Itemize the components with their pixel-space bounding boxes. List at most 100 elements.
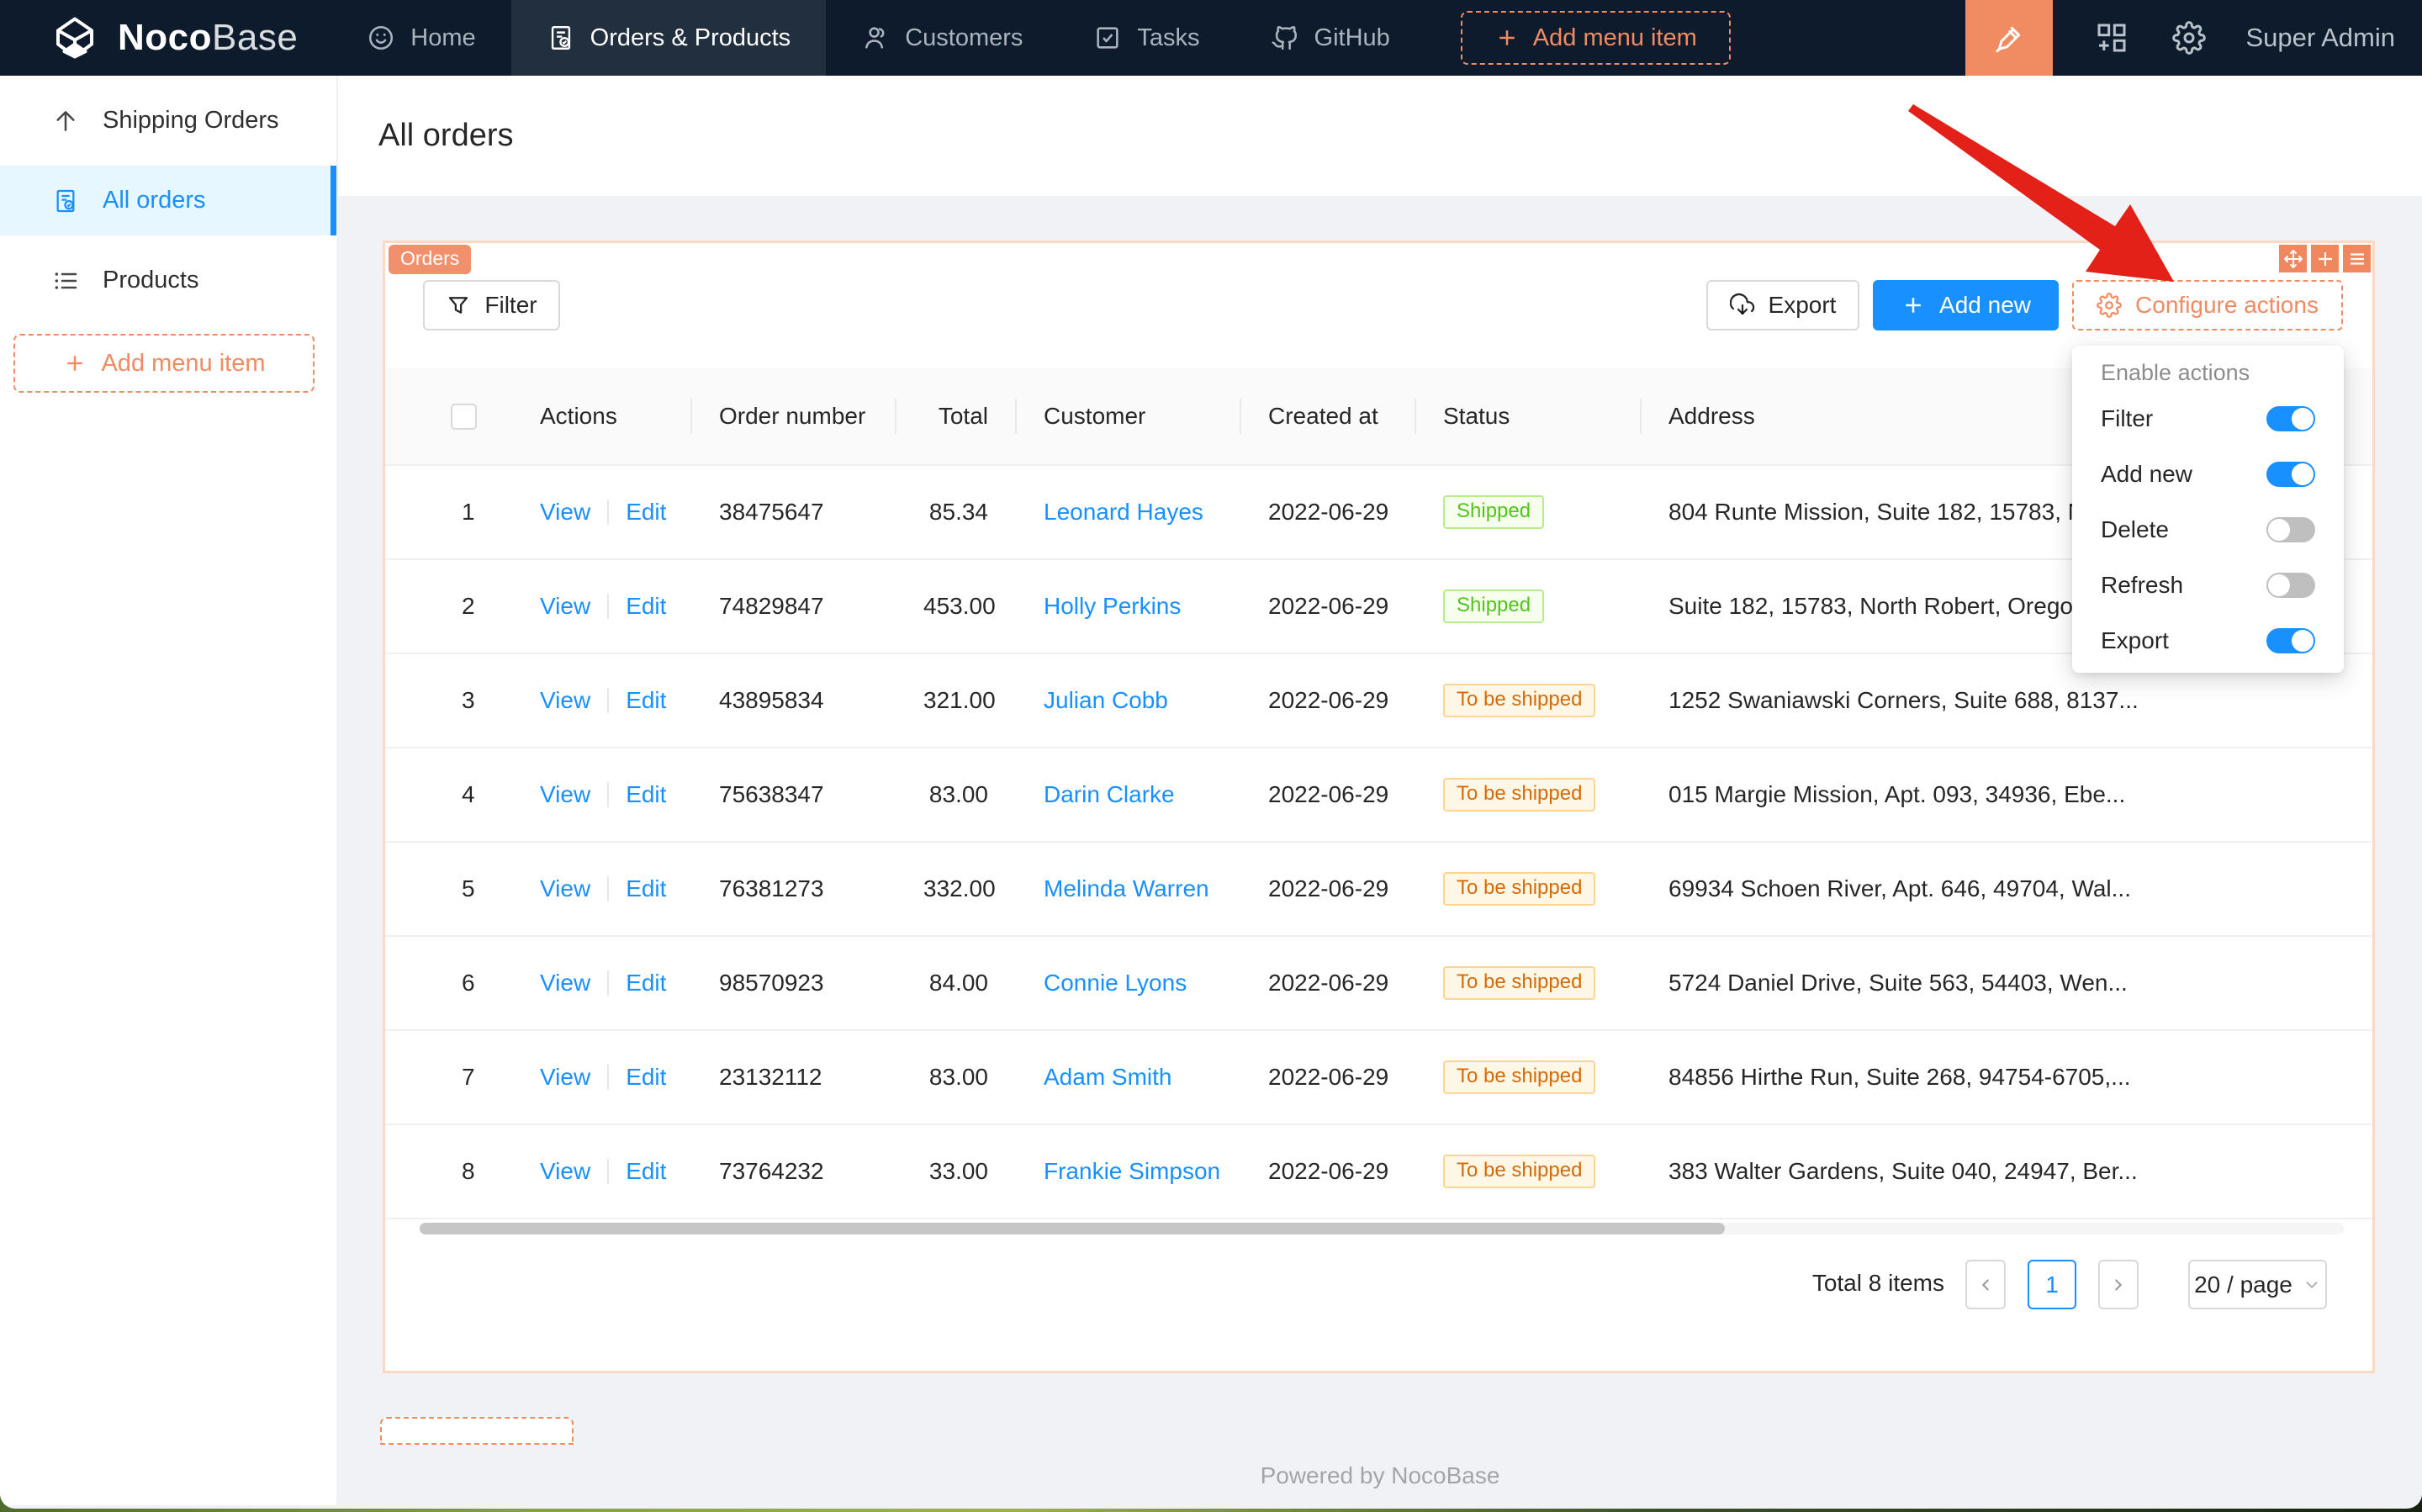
cell-status: Shipped [1415, 495, 1640, 529]
status-badge: To be shipped [1443, 684, 1595, 717]
customer-link[interactable]: Melinda Warren [1044, 875, 1209, 901]
hamburger-icon [2347, 249, 2367, 269]
edit-link[interactable]: Edit [626, 875, 666, 902]
block-menu-button[interactable] [2343, 245, 2371, 272]
pagination: Total 8 items 1 20 / page [385, 1260, 2377, 1310]
nocobase-logo[interactable]: NocoBase [0, 0, 331, 76]
customer-link[interactable]: Holly Perkins [1044, 593, 1181, 619]
export-button[interactable]: Export [1706, 280, 1859, 330]
edit-link[interactable]: Edit [626, 970, 666, 997]
view-link[interactable]: View [540, 781, 590, 808]
settings-button[interactable] [2171, 19, 2208, 56]
cell-status: To be shipped [1415, 1060, 1640, 1094]
github-icon [1271, 24, 1299, 52]
view-link[interactable]: View [540, 499, 590, 526]
nav-add-menu-item-button[interactable]: Add menu item [1461, 11, 1731, 65]
arrow-up-icon [52, 108, 79, 135]
toggle-filter[interactable] [2266, 406, 2315, 431]
cell-order-number: 98570923 [690, 970, 895, 997]
cell-order-number: 23132112 [690, 1064, 895, 1091]
user-menu[interactable]: Super Admin [2246, 23, 2396, 53]
view-link[interactable]: View [540, 687, 590, 714]
sidebar-add-menu-item-button[interactable]: Add menu item [13, 334, 315, 393]
block-add-button[interactable] [2311, 245, 2339, 272]
view-link[interactable]: View [540, 1158, 590, 1185]
add-new-button[interactable]: Add new [1873, 280, 2059, 330]
pagination-prev-button[interactable] [1965, 1260, 2006, 1309]
status-badge: To be shipped [1443, 872, 1595, 906]
edit-link[interactable]: Edit [626, 687, 666, 714]
customer-link[interactable]: Adam Smith [1044, 1064, 1172, 1090]
smile-icon [367, 24, 395, 52]
add-block-button[interactable]: + Add block [380, 1417, 574, 1445]
sidebar-item-label: All orders [103, 187, 206, 214]
cell-created-at: 2022-06-29 [1240, 687, 1415, 714]
cell-total: 84.00 [895, 970, 1015, 997]
nav-item-home[interactable]: Home [331, 0, 510, 76]
nav-item-github[interactable]: GitHub [1235, 0, 1425, 76]
pagination-next-button[interactable] [2098, 1260, 2139, 1309]
drag-handle[interactable] [2279, 245, 2307, 272]
edit-link[interactable]: Edit [626, 1064, 666, 1091]
cell-order-number: 75638347 [690, 781, 895, 808]
configure-actions-button[interactable]: Configure actions [2072, 280, 2343, 330]
table-row: 5ViewEdit76381273332.00Melinda Warren202… [385, 843, 2372, 937]
view-link[interactable]: View [540, 970, 590, 997]
enable-action-label: Add new [2101, 461, 2192, 488]
action-divider [607, 688, 609, 713]
cell-address: 69934 Schoen River, Apt. 646, 49704, Wal… [1640, 875, 2208, 902]
customer-link[interactable]: Leonard Hayes [1044, 499, 1203, 525]
plus-icon [1901, 293, 1926, 318]
cell-created-at: 2022-06-29 [1240, 781, 1415, 808]
cell-total: 453.00 [895, 593, 1015, 620]
page-size-select[interactable]: 20 / page [2188, 1260, 2327, 1309]
cell-order-number: 38475647 [690, 499, 895, 526]
row-actions: View Edit [540, 1064, 690, 1091]
view-link[interactable]: View [540, 593, 590, 620]
edit-link[interactable]: Edit [626, 1158, 666, 1185]
view-link[interactable]: View [540, 1064, 590, 1091]
row-index: 5 [420, 875, 540, 902]
edit-link[interactable]: Edit [626, 781, 666, 808]
page-content: Orders Filter Export Add new Confi [338, 196, 2422, 1505]
sidebar-item-products[interactable]: Products [0, 246, 336, 315]
nav-item-label: Home [410, 24, 475, 52]
sidebar-item-all-orders[interactable]: All orders [0, 166, 336, 235]
horizontal-scrollbar-thumb[interactable] [420, 1223, 1725, 1234]
customer-link[interactable]: Frankie Simpson [1044, 1158, 1220, 1184]
cell-created-at: 2022-06-29 [1240, 970, 1415, 997]
cell-status: To be shipped [1415, 872, 1640, 906]
filter-button[interactable]: Filter [423, 280, 560, 330]
chevron-down-icon [2303, 1276, 2321, 1294]
table-row: 4ViewEdit7563834783.00Darin Clarke2022-0… [385, 748, 2372, 843]
app-window: NocoBase HomeOrders & ProductsCustomersT… [0, 0, 2422, 1509]
pagination-page-1[interactable]: 1 [2028, 1260, 2076, 1309]
nocobase-logo-icon [47, 13, 103, 63]
toggle-delete[interactable] [2266, 517, 2315, 542]
row-index: 6 [420, 970, 540, 997]
toggle-export[interactable] [2266, 628, 2315, 653]
highlighter-icon [1992, 21, 2026, 55]
select-all-checkbox[interactable] [451, 404, 477, 430]
customers-icon [861, 24, 890, 52]
nav-item-tasks[interactable]: Tasks [1058, 0, 1235, 76]
blocks-plus-icon [2095, 21, 2129, 55]
pagination-total: Total 8 items [1812, 1270, 1944, 1297]
sidebar-item-shipping-orders[interactable]: Shipping Orders [0, 86, 336, 156]
edit-link[interactable]: Edit [626, 593, 666, 620]
toggle-refresh[interactable] [2266, 573, 2315, 598]
ui-editor-button[interactable] [1965, 0, 2053, 76]
cell-address: 5724 Daniel Drive, Suite 563, 54403, Wen… [1640, 970, 2208, 997]
cell-customer: Holly Perkins [1015, 593, 1240, 620]
row-actions: View Edit [540, 875, 690, 902]
toggle-add-new[interactable] [2266, 462, 2315, 487]
customer-link[interactable]: Julian Cobb [1044, 687, 1168, 713]
customer-link[interactable]: Darin Clarke [1044, 781, 1175, 807]
plugin-blocks-button[interactable] [2093, 19, 2130, 56]
nav-item-customers[interactable]: Customers [826, 0, 1058, 76]
view-link[interactable]: View [540, 875, 590, 902]
nav-item-orders-products[interactable]: Orders & Products [511, 0, 827, 76]
row-index: 3 [420, 687, 540, 714]
customer-link[interactable]: Connie Lyons [1044, 970, 1187, 996]
edit-link[interactable]: Edit [626, 499, 666, 526]
